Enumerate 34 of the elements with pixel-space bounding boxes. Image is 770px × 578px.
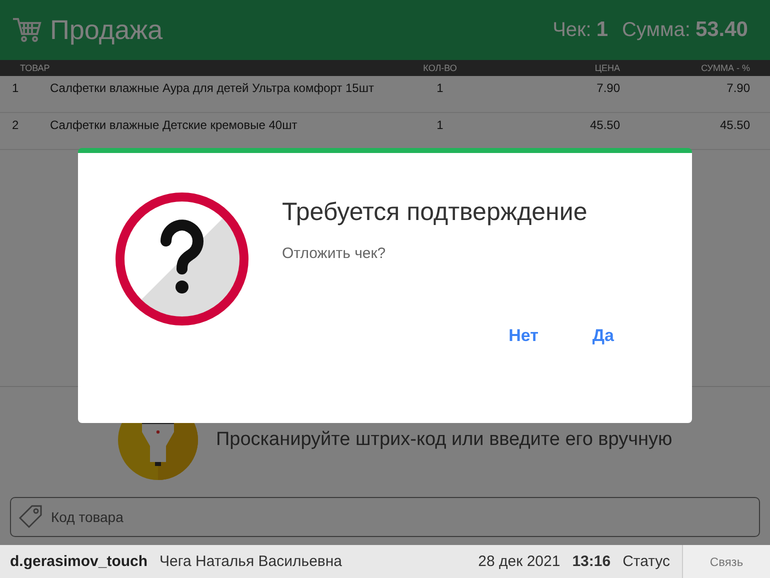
product-code-field[interactable]: Код товара — [10, 497, 760, 537]
price-cell-text: 45.50 — [588, 118, 620, 132]
sum-label: Сумма: — [622, 18, 690, 42]
quantity-cell-text: 1 — [436, 118, 444, 132]
column-header: СУММА - % — [700, 63, 750, 73]
time-text: 13:16 — [572, 553, 611, 570]
dialog-message: Отложить чек? — [282, 245, 387, 262]
scan-hint: Просканируйте штрих-код или введите его вручную — [216, 428, 672, 450]
cashier-name: Чега Наталья Васильевна — [160, 553, 342, 570]
question-icon — [114, 191, 250, 327]
connection-button[interactable]: Связь — [682, 545, 770, 578]
date-text: 28 дек 2021 — [478, 553, 560, 570]
row-number: 1 — [12, 81, 20, 95]
dialog-button[interactable]: Да — [584, 322, 622, 350]
dialog-button[interactable]: Нет — [500, 322, 546, 350]
product-name: Салфетки влажные Аура для детей Ультра комфорт 15шт — [50, 81, 375, 95]
page-title: Продажа — [50, 14, 163, 46]
receipt-label: Чек: — [552, 18, 592, 42]
tag-icon — [18, 504, 44, 530]
status-text: Статус — [622, 553, 670, 570]
column-header: ТОВАР — [20, 63, 51, 73]
quantity-cell-text: 1 — [436, 81, 444, 95]
product-name: Салфетки влажные Детские кремовые 40шт — [50, 118, 298, 132]
total-cell-text: 45.50 — [718, 118, 750, 132]
price-cell-text: 7.90 — [596, 81, 620, 95]
receipt-number: 1 — [596, 18, 608, 42]
column-header: КОЛ-ВО — [422, 63, 458, 73]
row-number: 2 — [12, 118, 20, 132]
total-cell-text: 7.90 — [726, 81, 750, 95]
dialog-title: Требуется подтверждение — [282, 198, 588, 227]
column-header: ЦЕНА — [594, 63, 620, 73]
user-login: d.gerasimov_touch — [10, 553, 148, 570]
sum-value: 53.40 — [695, 18, 748, 42]
cart-icon — [12, 17, 42, 43]
